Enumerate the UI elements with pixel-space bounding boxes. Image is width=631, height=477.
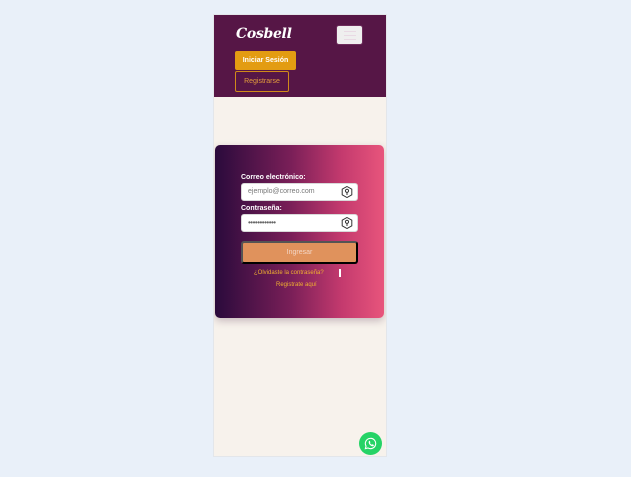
brand-logo[interactable]: Cosbell — [236, 26, 292, 42]
login-card: Correo electrónico: ejemplo@correo.com C… — [215, 145, 384, 318]
password-label: Contraseña: — [241, 205, 282, 212]
password-value: •••••••••••• — [248, 218, 276, 227]
email-placeholder: ejemplo@correo.com — [248, 188, 315, 195]
whatsapp-icon — [364, 437, 377, 450]
mobile-viewport: Cosbell Iniciar Sesión Registrarse Corre… — [214, 15, 386, 456]
password-field[interactable]: •••••••••••• — [241, 214, 358, 232]
autofill-key-icon[interactable] — [341, 217, 353, 229]
autofill-key-icon[interactable] — [341, 186, 353, 198]
forgot-password-link[interactable]: ¿Olvidaste la contraseña? — [254, 270, 324, 276]
link-separator — [339, 269, 341, 277]
navbar: Cosbell Iniciar Sesión Registrarse — [214, 15, 386, 97]
whatsapp-button[interactable] — [359, 432, 382, 455]
hamburger-menu-icon — [343, 30, 356, 32]
hamburger-menu-icon-line — [343, 34, 356, 36]
email-label: Correo electrónico: — [241, 174, 306, 181]
register-button[interactable]: Registrarse — [235, 71, 289, 92]
login-button[interactable]: Iniciar Sesión — [235, 51, 296, 70]
register-here-link[interactable]: Registrate aquí — [276, 282, 317, 288]
submit-button[interactable]: Ingresar — [241, 241, 358, 264]
menu-toggle-button[interactable] — [336, 25, 363, 45]
hamburger-menu-icon-line — [343, 38, 356, 40]
email-field[interactable]: ejemplo@correo.com — [241, 183, 358, 201]
